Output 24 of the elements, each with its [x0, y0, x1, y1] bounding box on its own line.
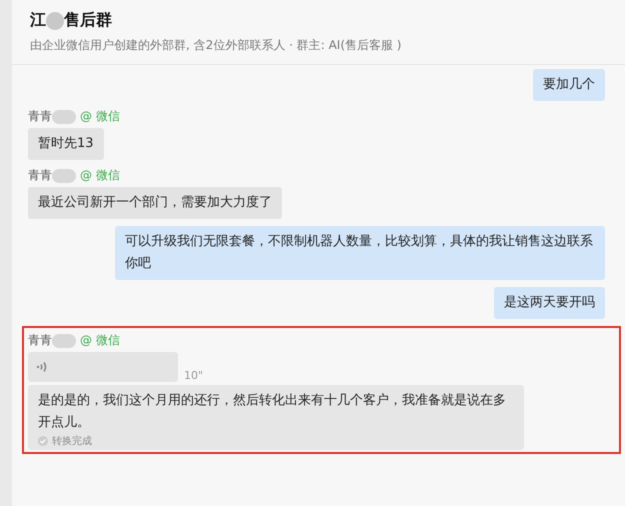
- message-bubble: 暂时先13: [28, 128, 104, 160]
- transcript-bubble: 是的是的，我们这个月用的还行，然后转化出来有十几个客户，我准备就是说在多开点儿。 转换完成: [28, 385, 524, 450]
- message-bubble: 是这两天要开吗: [494, 287, 605, 319]
- voice-duration: 10": [184, 369, 204, 382]
- group-title: 售后群: [64, 10, 112, 31]
- sender-source: @ 微信: [80, 332, 120, 349]
- sender-source: @ 微信: [80, 108, 120, 125]
- blurred-name: [52, 110, 76, 124]
- message-bubble: 最近公司新开一个部门，需要加大力度了: [28, 187, 282, 219]
- blurred-name: [52, 334, 76, 348]
- sender-name: 青青: [28, 108, 52, 125]
- message-bubble: 可以升级我们无限套餐，不限制机器人数量，比较划算，具体的我让销售这边联系你吧: [115, 226, 605, 280]
- voice-message[interactable]: [28, 352, 178, 382]
- voice-icon: [36, 360, 48, 374]
- check-icon: [38, 436, 48, 446]
- blurred-name: [52, 168, 76, 182]
- sender-name: 青青: [28, 167, 52, 184]
- status-text: 转换完成: [52, 434, 92, 448]
- sender-source: @ 微信: [80, 167, 120, 184]
- blurred-name: [46, 12, 64, 30]
- message-bubble: 要加几个: [533, 69, 605, 101]
- group-title: 江: [30, 10, 46, 31]
- sender-name: 青青: [28, 332, 52, 349]
- group-subtitle: 由企业微信用户创建的外部群, 含2位外部联系人 · 群主: AI(售后客服 ): [30, 37, 402, 54]
